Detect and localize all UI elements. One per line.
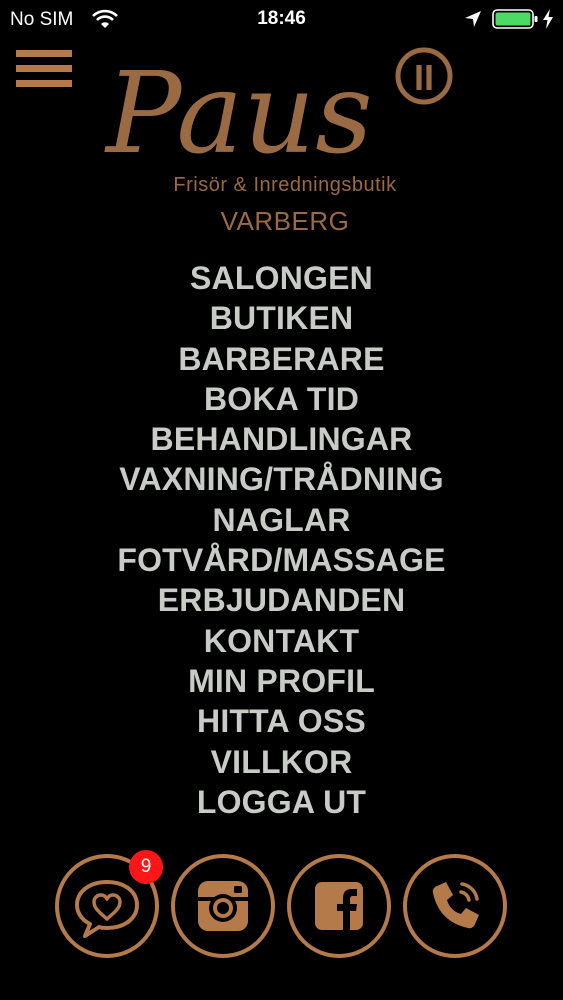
facebook-button[interactable] [287, 854, 391, 958]
menu-item-salongen[interactable]: SALONGEN [0, 258, 563, 298]
phone-icon [432, 882, 479, 929]
main-menu: SALONGEN BUTIKEN BARBERARE BOKA TID BEHA… [0, 258, 563, 822]
menu-item-villkor[interactable]: VILLKOR [0, 742, 563, 782]
battery-icon [492, 9, 538, 29]
charging-bolt-icon [543, 9, 553, 29]
menu-item-kontakt[interactable]: KONTAKT [0, 621, 563, 661]
menu-item-behandlingar[interactable]: BEHANDLINGAR [0, 419, 563, 459]
notification-badge: 9 [129, 850, 163, 884]
menu-item-min-profil[interactable]: MIN PROFIL [0, 661, 563, 701]
logo-subtitle: Frisör & Inredningsbutik [173, 174, 397, 196]
location-arrow-icon [465, 11, 481, 27]
logo-mark: II [414, 57, 434, 98]
instagram-icon [198, 881, 248, 931]
logo-city: VARBERG [220, 206, 350, 236]
logo-script: Paus II [104, 47, 453, 170]
logo: Paus II Frisör & Inredningsbutik VARBERG [100, 40, 470, 240]
logo-text: Paus [104, 49, 373, 170]
instagram-button[interactable] [171, 854, 275, 958]
menu-item-erbjudanden[interactable]: ERBJUDANDEN [0, 580, 563, 620]
menu-item-hitta-oss[interactable]: HITTA OSS [0, 701, 563, 741]
phone-button[interactable] [403, 854, 507, 958]
menu-item-butiken[interactable]: BUTIKEN [0, 298, 563, 338]
facebook-icon [315, 882, 363, 930]
menu-item-barberare[interactable]: BARBERARE [0, 339, 563, 379]
menu-item-naglar[interactable]: NAGLAR [0, 500, 563, 540]
hamburger-icon [16, 50, 72, 57]
menu-item-boka-tid[interactable]: BOKA TID [0, 379, 563, 419]
menu-item-fotvard[interactable]: FOTVÅRD/MASSAGE [0, 540, 563, 580]
menu-item-vaxning[interactable]: VAXNING/TRÅDNING [0, 459, 563, 499]
status-bar: No SIM 18:46 [0, 0, 563, 40]
menu-item-logga-ut[interactable]: LOGGA UT [0, 782, 563, 822]
hamburger-menu-button[interactable] [16, 50, 72, 90]
